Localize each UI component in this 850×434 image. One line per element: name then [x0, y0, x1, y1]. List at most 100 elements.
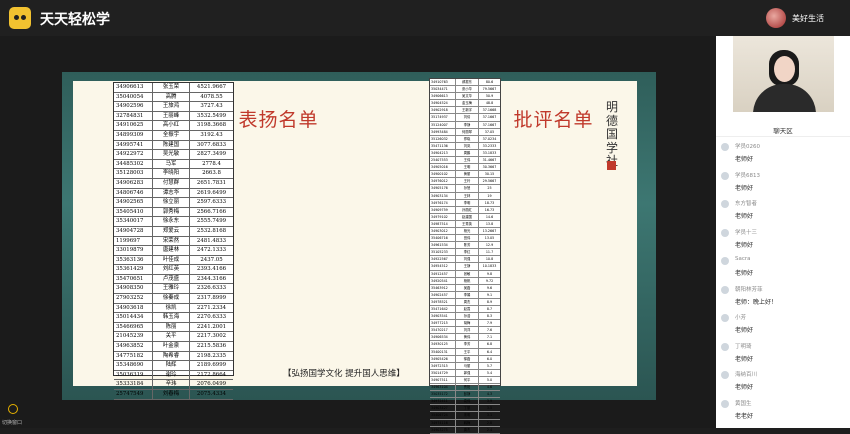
- table-cell: 6.8: [486, 342, 493, 347]
- table-cell: 刘红英: [153, 265, 190, 274]
- table-cell: 34993484: [430, 128, 456, 135]
- table-row: 33019879 唐建林 2472.1333: [114, 246, 233, 256]
- chat-avatar: [721, 143, 729, 151]
- table-cell: 郭强: [456, 369, 479, 376]
- table-cell: 35105233: [430, 249, 456, 256]
- chat-message: 老师好: [735, 156, 754, 163]
- table-cell: 郭秀梅: [153, 207, 190, 217]
- criticize-title: 批评名单: [513, 109, 594, 131]
- table-cell: 50.9: [485, 94, 494, 99]
- table-cell: 37.1667: [482, 122, 497, 127]
- table-cell: 王丽峰: [153, 111, 190, 121]
- user-name[interactable]: 美好生活: [792, 13, 824, 24]
- table-cell: 11.7: [485, 250, 494, 255]
- table-cell: 孙浩: [456, 313, 479, 320]
- table-cell: 马丽: [456, 362, 479, 369]
- table-row: 34775182 陶希睿 2198.2335: [114, 351, 233, 362]
- table-row: 34909759 孙丽红 16.73: [430, 206, 500, 214]
- table-cell: 赵霞: [456, 306, 479, 313]
- table-cell: 杨帆: [456, 277, 479, 284]
- table-row: 34910625 高小红 3198.3668: [114, 121, 233, 131]
- table-cell: 郝振东: [456, 79, 479, 86]
- table-row: 34906613 张玉荣 4521.9667: [114, 83, 233, 93]
- table-cell: 2481.4833: [196, 237, 227, 244]
- chat-message: 老师好: [735, 270, 754, 277]
- table-cell: 35400131: [430, 348, 456, 355]
- table-cell: 3532.5499: [196, 112, 227, 119]
- table-row: 34902918 王新宇 37.1668: [430, 107, 500, 115]
- table-cell: 刘洋: [456, 327, 479, 334]
- table-cell: 8.9: [486, 299, 493, 304]
- table-cell: 王旅鸿: [153, 102, 190, 111]
- chat-username: 小芳: [735, 315, 747, 321]
- table-cell: 吴光敏: [153, 150, 190, 159]
- switch-window-icon[interactable]: [8, 404, 18, 414]
- table-cell: 王明: [456, 164, 479, 171]
- table-row: 35128003 李晓阳 2663.8: [114, 169, 233, 179]
- table-cell: 2651.7831: [196, 179, 227, 186]
- table-row: 34906534 黄伟 7.1: [430, 334, 500, 342]
- table-cell: 7.9: [486, 321, 493, 326]
- table-cell: 35014729: [430, 369, 456, 376]
- table-cell: 9.72: [485, 278, 494, 283]
- table-row: 34976174 李明 18.73: [430, 199, 500, 207]
- table-cell: 34910625: [114, 121, 153, 130]
- chat-avatar: [721, 257, 729, 265]
- table-cell: 34906283: [114, 178, 153, 188]
- table-cell: 13.05: [484, 236, 495, 241]
- table-cell: 34987514: [430, 220, 456, 227]
- table-cell: 35340017: [114, 217, 153, 226]
- table-cell: 刘强: [456, 256, 479, 263]
- table-cell: 2597.6333: [196, 199, 227, 206]
- table-cell: 刘岚: [456, 142, 479, 149]
- table-cell: 16.73: [484, 207, 495, 212]
- table-row: 34922567 刘强 10.8: [430, 256, 500, 264]
- table-cell: 张敏: [456, 270, 479, 277]
- table-row: 35035172 彭静 4.3: [430, 391, 500, 399]
- table-cell: 34909759: [430, 206, 456, 213]
- table-cell: 2663.8: [202, 170, 221, 177]
- table-cell: 刘春梅: [153, 390, 190, 399]
- table-cell: 34910763: [430, 79, 456, 86]
- table-cell: 张小华: [456, 86, 479, 93]
- table-cell: 2326.6333: [196, 285, 227, 292]
- table-cell: 徐凯: [153, 303, 190, 313]
- table-row: 34903012 杨光 13.2667: [430, 227, 500, 236]
- table-cell: 3727.43: [200, 103, 223, 110]
- chat-avatar: [721, 285, 729, 294]
- table-cell: 34920541: [430, 277, 456, 284]
- chat-username: 东方智者: [735, 201, 758, 207]
- table-cell: 79.5667: [482, 87, 497, 92]
- table-cell: 34903618: [114, 303, 153, 313]
- table-row: 21045239 关平 2217.3002: [114, 332, 233, 343]
- table-cell: 34902596: [114, 102, 153, 111]
- table-cell: 郑爱云: [153, 226, 190, 236]
- table-cell: 34904728: [114, 226, 153, 236]
- user-avatar[interactable]: [766, 8, 786, 28]
- table-row: 35406716 田伟 13.05: [430, 235, 500, 243]
- table-cell: 25747549: [114, 390, 153, 399]
- table-row: 35126032 郑晓 37.0234: [430, 135, 500, 143]
- table-cell: 35363136: [114, 255, 153, 265]
- table-cell: 34961534: [430, 242, 456, 249]
- table-cell: 29.5667: [482, 179, 497, 184]
- table-row: 34961534 陈芳 12.9: [430, 242, 500, 250]
- table-row: 35124007 李静 37.1667: [430, 121, 500, 129]
- table-cell: 33.1833: [482, 150, 497, 155]
- table-cell: 王秀英: [456, 220, 479, 227]
- table-cell: 王平: [456, 348, 479, 355]
- table-cell: 宋荣然: [153, 236, 190, 246]
- table-cell: 张玉荣: [153, 83, 190, 92]
- table-row: 34912457 张敏 9.8: [430, 270, 500, 278]
- table-cell: 黄伟: [456, 334, 479, 341]
- table-row: 34903134 王林 19: [430, 192, 500, 200]
- table-row: 35348690 陆辉 2189.6999: [114, 361, 233, 371]
- table-cell: 关平: [153, 332, 190, 342]
- table-cell: 21045239: [114, 332, 153, 342]
- switch-window-label[interactable]: 切换窗口: [2, 419, 22, 426]
- table-cell: 35405410: [114, 207, 153, 217]
- table-row: 34979102 赵建国 14.6: [430, 213, 500, 221]
- chat-username: Sacra: [735, 256, 751, 262]
- table-cell: 37.0234: [482, 136, 497, 141]
- table-cell: 王雅玲: [153, 284, 190, 294]
